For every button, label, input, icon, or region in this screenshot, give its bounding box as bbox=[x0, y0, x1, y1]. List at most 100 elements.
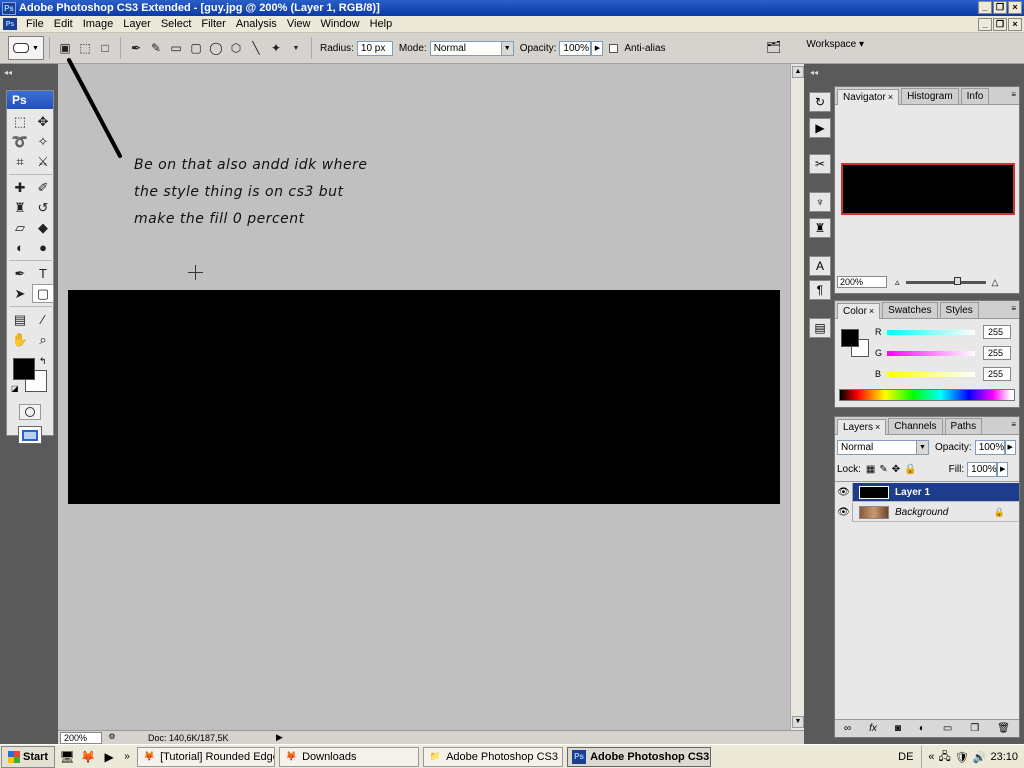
tab-channels[interactable]: Channels bbox=[888, 418, 943, 434]
blend-mode-select[interactable]: Normal ▼ bbox=[837, 439, 929, 455]
quick-mask-button[interactable] bbox=[19, 404, 41, 420]
dodge-tool-icon[interactable]: ● bbox=[32, 238, 54, 257]
brushes-panel-icon[interactable]: ♆ bbox=[809, 192, 831, 212]
green-value-input[interactable]: 255 bbox=[983, 346, 1011, 360]
tab-color[interactable]: Color × bbox=[837, 303, 881, 319]
task-downloads[interactable]: 🦊 Downloads bbox=[279, 746, 420, 767]
delete-layer-icon[interactable]: 🗑 bbox=[997, 723, 1010, 734]
menu-window[interactable]: Window bbox=[315, 18, 364, 30]
layer-row-background[interactable]: 👁 Background 🔒 bbox=[835, 502, 1019, 522]
tab-swatches[interactable]: Swatches bbox=[882, 302, 938, 318]
zoom-in-icon[interactable]: △ bbox=[992, 277, 999, 288]
visibility-eye-icon[interactable]: 👁 bbox=[835, 482, 853, 502]
tool-preset-picker[interactable]: ▼ bbox=[8, 36, 44, 60]
menu-layer[interactable]: Layer bbox=[118, 18, 156, 30]
paths-icon[interactable]: ⬚ bbox=[77, 40, 93, 56]
crop-tool-icon[interactable]: ⌗ bbox=[9, 152, 31, 171]
ellipse-shape-icon[interactable]: ◯ bbox=[208, 40, 224, 56]
menu-analysis[interactable]: Analysis bbox=[231, 18, 282, 30]
task-tutorial[interactable]: 🦊 [Tutorial] Rounded Edge... bbox=[137, 746, 276, 767]
brush-tool-icon[interactable]: ✐ bbox=[32, 178, 54, 197]
foreground-color-swatch[interactable] bbox=[13, 358, 35, 380]
zoom-out-icon[interactable]: ▵ bbox=[895, 277, 900, 288]
color-spectrum-bar[interactable] bbox=[839, 389, 1015, 401]
layer-1-content[interactable] bbox=[68, 290, 780, 504]
collapse-icon[interactable]: ◂◂ bbox=[4, 68, 12, 77]
polygon-shape-icon[interactable]: ⬡ bbox=[228, 40, 244, 56]
shape-layers-icon[interactable]: ▣ bbox=[57, 40, 73, 56]
lock-transparent-icon[interactable]: ▦ bbox=[866, 464, 875, 475]
vertical-scrollbar[interactable]: ▲ ▼ bbox=[790, 64, 804, 730]
fill-input[interactable]: 100% bbox=[967, 461, 998, 477]
antialias-checkbox[interactable] bbox=[609, 43, 619, 53]
menu-edit[interactable]: Edit bbox=[49, 18, 78, 30]
blue-value-input[interactable]: 255 bbox=[983, 367, 1011, 381]
media-player-icon[interactable]: ▶ bbox=[100, 748, 118, 766]
navigator-preview[interactable] bbox=[841, 163, 1015, 215]
panel-menu-icon[interactable]: ≡ bbox=[1011, 304, 1016, 313]
green-slider[interactable] bbox=[887, 350, 975, 356]
slider-knob[interactable] bbox=[953, 276, 961, 285]
marquee-tool-icon[interactable]: ⬚ bbox=[9, 112, 31, 131]
fill-pixels-icon[interactable]: □ bbox=[97, 40, 113, 56]
history-brush-tool-icon[interactable]: ↺ bbox=[32, 198, 54, 217]
red-value-input[interactable]: 255 bbox=[983, 325, 1011, 339]
move-tool-icon[interactable]: ✥ bbox=[32, 112, 54, 131]
tab-styles[interactable]: Styles bbox=[939, 302, 979, 318]
rectangle-shape-icon[interactable]: ▭ bbox=[168, 40, 184, 56]
history-panel-icon[interactable]: ↻ bbox=[809, 92, 831, 112]
close-icon[interactable]: × bbox=[875, 422, 880, 432]
status-menu-arrow-icon[interactable]: ▶ bbox=[276, 732, 283, 743]
healing-brush-tool-icon[interactable]: ✚ bbox=[9, 178, 31, 197]
paragraph-panel-icon[interactable]: ¶ bbox=[809, 280, 831, 300]
slice-tool-icon[interactable]: ⚔ bbox=[32, 152, 54, 171]
panel-menu-icon[interactable]: ≡ bbox=[1011, 420, 1016, 429]
lock-image-icon[interactable]: ✎ bbox=[879, 464, 887, 475]
menu-help[interactable]: Help bbox=[365, 18, 398, 30]
clone-stamp-tool-icon[interactable]: ♜ bbox=[9, 198, 31, 217]
scroll-up-icon[interactable]: ▲ bbox=[792, 66, 804, 78]
start-button[interactable]: Start bbox=[1, 745, 56, 768]
workspace-button[interactable]: Workspace ▾ bbox=[806, 39, 864, 50]
character-panel-icon[interactable]: A bbox=[809, 256, 831, 276]
close-icon[interactable]: × bbox=[869, 306, 874, 316]
security-icon[interactable]: 🛡 bbox=[955, 751, 969, 764]
menu-image[interactable]: Image bbox=[78, 18, 119, 30]
network-icon[interactable]: 🖧 bbox=[939, 748, 951, 767]
navigator-zoom-field[interactable]: 200% bbox=[837, 276, 887, 288]
chevron-down-icon[interactable]: ▼ bbox=[288, 40, 304, 56]
task-photoshop-folder[interactable]: 📁 Adobe Photoshop CS3 bbox=[423, 746, 564, 767]
actions-panel-icon[interactable]: ▶ bbox=[809, 118, 831, 138]
doc-minimize-button[interactable]: _ bbox=[978, 18, 992, 31]
layer-style-icon[interactable]: fx bbox=[869, 723, 877, 734]
layer-opacity-input[interactable]: 100% bbox=[974, 439, 1005, 455]
tab-paths[interactable]: Paths bbox=[944, 418, 983, 434]
mode-select[interactable]: Normal ▼ bbox=[429, 40, 514, 56]
opacity-arrow-button[interactable]: ▶ bbox=[1004, 439, 1016, 455]
eraser-tool-icon[interactable]: ▱ bbox=[9, 218, 31, 237]
paint-bucket-tool-icon[interactable]: ◆ bbox=[32, 218, 54, 237]
custom-shape-icon[interactable]: ✦ bbox=[268, 40, 284, 56]
red-slider[interactable] bbox=[887, 329, 975, 335]
screen-mode-button[interactable] bbox=[18, 426, 42, 444]
new-layer-icon[interactable]: ❐ bbox=[970, 723, 979, 734]
panel-menu-icon[interactable]: ≡ bbox=[1011, 90, 1016, 99]
blur-tool-icon[interactable]: ◐ bbox=[9, 238, 31, 257]
fill-arrow-button[interactable]: ▶ bbox=[997, 461, 1009, 477]
adjustment-layer-icon[interactable]: ◐ bbox=[919, 723, 925, 734]
collapse-icon[interactable]: ◂◂ bbox=[810, 68, 818, 77]
bridge-icon[interactable]: 🗂 bbox=[766, 40, 784, 54]
close-icon[interactable]: × bbox=[888, 92, 893, 102]
layer-mask-icon[interactable]: ◙ bbox=[895, 723, 901, 734]
opacity-arrow-button[interactable]: ▶ bbox=[591, 40, 604, 56]
lock-all-icon[interactable]: 🔒 bbox=[904, 464, 916, 475]
menu-file[interactable]: File bbox=[21, 18, 49, 30]
swap-colors-icon[interactable]: ↰ bbox=[39, 356, 47, 367]
tab-histogram[interactable]: Histogram bbox=[901, 88, 959, 104]
link-layers-icon[interactable]: ∞ bbox=[844, 723, 851, 734]
clone-source-panel-icon[interactable]: ♜ bbox=[809, 218, 831, 238]
menu-filter[interactable]: Filter bbox=[196, 18, 230, 30]
rounded-rectangle-tool-icon[interactable]: ▢ bbox=[32, 284, 54, 303]
firefox-icon[interactable]: 🦊 bbox=[79, 748, 97, 766]
navigator-zoom-slider[interactable] bbox=[905, 276, 986, 285]
